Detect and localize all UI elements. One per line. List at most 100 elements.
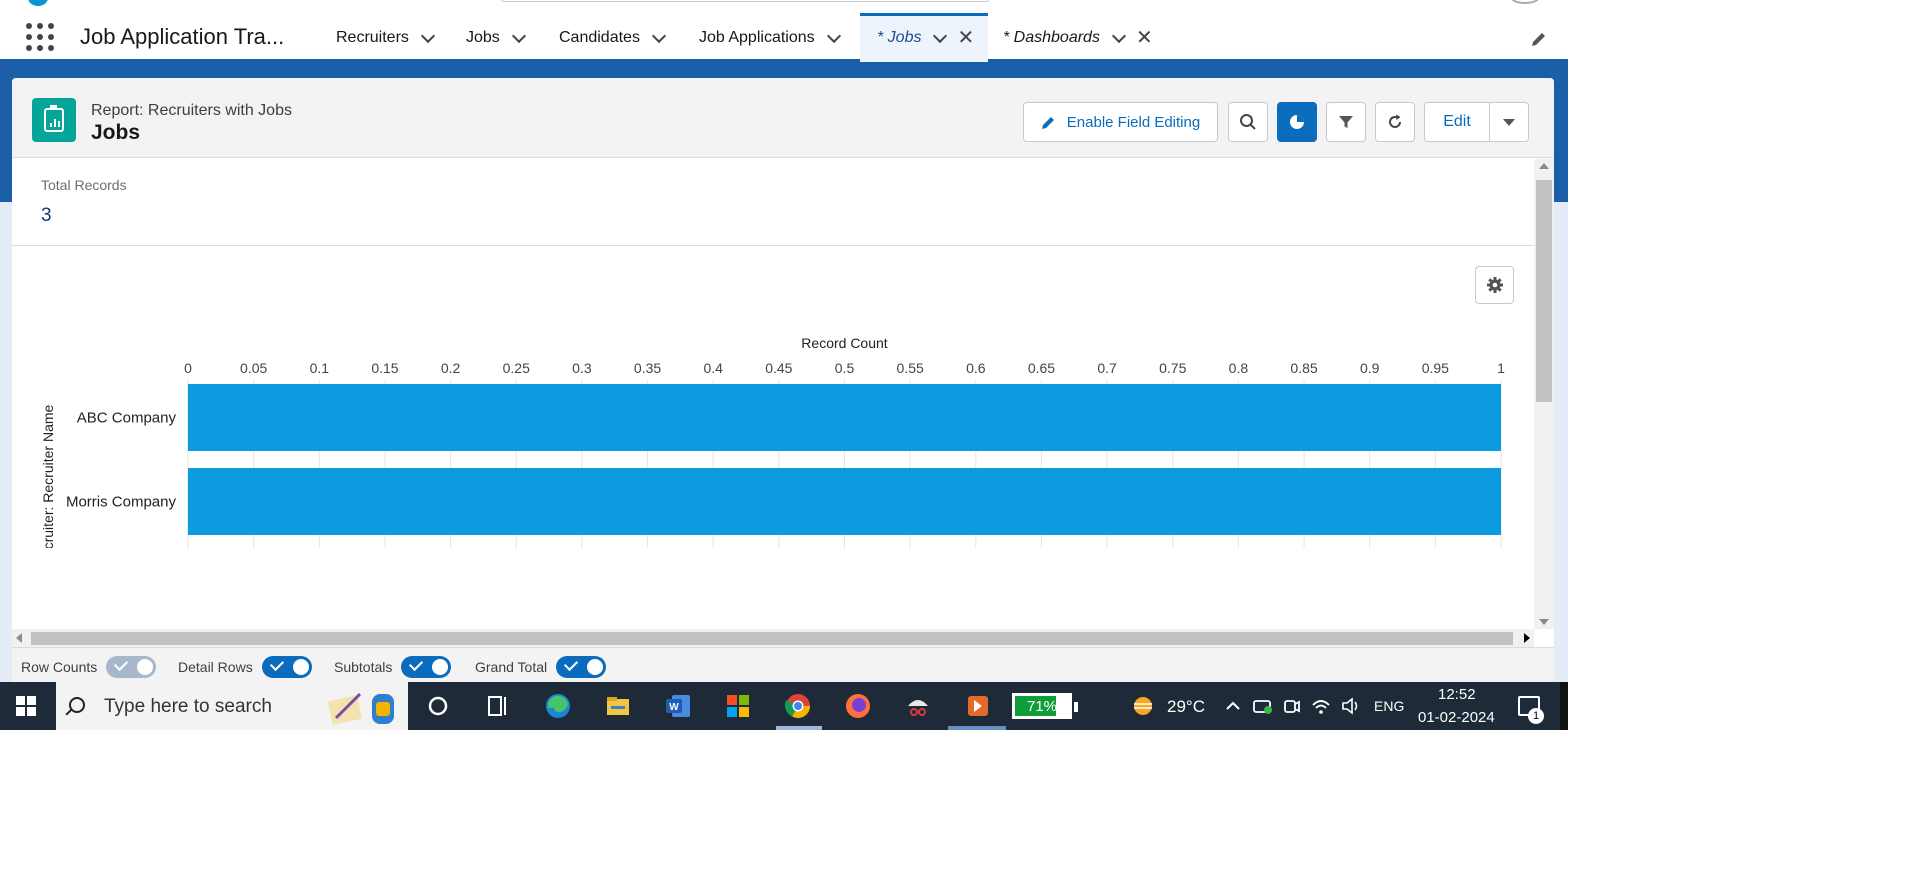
nav-item-candidates[interactable]: Candidates <box>559 27 666 49</box>
microsoft-store-icon[interactable] <box>724 692 752 720</box>
wifi-icon[interactable] <box>1310 692 1332 720</box>
edit-nav-pencil-icon[interactable] <box>1530 30 1548 48</box>
chevron-down-icon[interactable] <box>421 31 435 45</box>
x-tick-label: 0.45 <box>765 360 792 376</box>
clock-date[interactable]: 01-02-2024 <box>1418 709 1495 726</box>
scroll-up-arrow-icon[interactable] <box>1539 163 1549 169</box>
row-counts-toggle[interactable] <box>106 656 157 678</box>
input-language[interactable]: ENG <box>1374 698 1404 714</box>
row-counts-toggle-group: Row Counts <box>21 656 157 678</box>
app-name: Job Application Tra... <box>80 24 285 49</box>
cortana-icon[interactable] <box>424 692 452 720</box>
x-tick-label: 0.4 <box>703 360 723 376</box>
windows-taskbar: Type here to search W 71% 29°C ENG 12:52… <box>0 682 1568 730</box>
app-launcher-icon[interactable] <box>26 23 54 51</box>
windows-start-icon[interactable] <box>16 696 36 716</box>
salesforce-logo[interactable] <box>28 0 48 6</box>
taskbar-search-placeholder[interactable]: Type here to search <box>104 696 272 718</box>
tab-label[interactable]: * Jobs <box>877 29 921 47</box>
chevron-down-icon[interactable] <box>1112 31 1126 45</box>
tab-jobs[interactable]: * Jobs ✕ <box>877 27 974 49</box>
detail-rows-toggle-group: Detail Rows <box>178 656 312 678</box>
x-tick-label: 0.5 <box>835 360 855 376</box>
nav-item-label[interactable]: Jobs <box>466 29 500 47</box>
subtotals-toggle[interactable] <box>401 656 452 678</box>
x-tick-label: 0.15 <box>371 360 398 376</box>
subtotals-label: Subtotals <box>334 659 393 675</box>
x-tick-label: 0.55 <box>897 360 924 376</box>
vertical-scrollbar-thumb[interactable] <box>1536 180 1552 402</box>
nav-item-label[interactable]: Candidates <box>559 29 640 47</box>
close-icon[interactable]: ✕ <box>1136 28 1153 48</box>
scroll-left-arrow-icon[interactable] <box>16 633 22 643</box>
clock-time[interactable]: 12:52 <box>1438 686 1476 703</box>
scroll-right-arrow-icon[interactable] <box>1524 633 1530 643</box>
detail-rows-toggle[interactable] <box>261 656 312 678</box>
meet-now-icon[interactable] <box>1282 692 1302 720</box>
x-tick-label: 0.65 <box>1028 360 1055 376</box>
snipping-tool-icon[interactable] <box>904 692 932 720</box>
x-tick-label: 0.25 <box>503 360 530 376</box>
taskbar-search-box[interactable]: Type here to search <box>56 682 408 730</box>
x-axis-title: Record Count <box>801 335 887 351</box>
nav-item-recruiters[interactable]: Recruiters <box>336 27 435 49</box>
task-view-icon[interactable] <box>484 692 512 720</box>
y-category-label: Morris Company <box>66 494 177 511</box>
chevron-down-icon[interactable] <box>652 31 666 45</box>
bar <box>188 384 1501 451</box>
nav-item-label[interactable]: Job Applications <box>699 29 815 47</box>
battery-indicator[interactable]: 71% <box>1012 693 1078 719</box>
weather-sun-icon[interactable] <box>1130 694 1156 718</box>
x-tick-label: 0.2 <box>441 360 461 376</box>
bar <box>188 468 1501 535</box>
horizontal-scrollbar-thumb[interactable] <box>31 632 1513 645</box>
x-tick-label: 0.9 <box>1360 360 1380 376</box>
x-tick-label: 0.05 <box>240 360 267 376</box>
chrome-active-indicator <box>776 726 822 730</box>
x-tick-label: 0.3 <box>572 360 592 376</box>
temperature[interactable]: 29°C <box>1167 697 1205 717</box>
show-hidden-icons-chevron-icon[interactable] <box>1224 692 1242 720</box>
x-tick-label: 0 <box>184 360 192 376</box>
tab-dashboards[interactable]: * Dashboards ✕ <box>1003 27 1153 49</box>
notification-count-badge: 1 <box>1528 708 1544 724</box>
volume-icon[interactable] <box>1340 692 1362 720</box>
battery-percent: 71% <box>1026 698 1058 715</box>
row-counts-label: Row Counts <box>21 659 98 675</box>
grand-total-toggle[interactable] <box>556 656 607 678</box>
word-icon[interactable]: W <box>664 692 692 720</box>
global-search-input[interactable] <box>500 0 990 2</box>
scroll-down-arrow-icon[interactable] <box>1539 619 1549 625</box>
edge-browser-icon[interactable] <box>544 692 572 720</box>
bar-chart: Record Count 0 0.05 0.1 0.15 0.2 0.25 0.3 0.35 0.… <box>40 335 1505 548</box>
user-avatar[interactable] <box>1510 0 1540 4</box>
x-tick-label: 0.7 <box>1097 360 1117 376</box>
recorder-active-indicator <box>948 726 1006 730</box>
horizontal-scrollbar[interactable] <box>12 629 1534 647</box>
x-tick-label: 1 <box>1497 360 1505 376</box>
svg-text:W: W <box>669 702 679 713</box>
x-tick-label: 0.8 <box>1229 360 1249 376</box>
nav-item-label[interactable]: Recruiters <box>336 29 409 47</box>
search-icon <box>69 697 85 713</box>
y-axis-title: Recruiter: Recruiter Name <box>40 404 56 548</box>
chevron-down-icon[interactable] <box>933 31 947 45</box>
firefox-icon[interactable] <box>844 692 872 720</box>
file-explorer-icon[interactable] <box>604 692 632 720</box>
detail-rows-label: Detail Rows <box>178 659 253 675</box>
chevron-down-icon[interactable] <box>827 31 841 45</box>
nav-item-job-applications[interactable]: Job Applications <box>699 27 841 49</box>
subtotals-toggle-group: Subtotals <box>334 656 452 678</box>
battery-terminal <box>1074 702 1078 712</box>
grand-total-toggle-group: Grand Total <box>475 656 607 678</box>
close-icon[interactable]: ✕ <box>957 28 974 48</box>
grand-total-label: Grand Total <box>475 659 548 675</box>
tab-label[interactable]: * Dashboards <box>1003 29 1100 47</box>
nav-item-jobs[interactable]: Jobs <box>466 27 526 49</box>
vertical-scrollbar[interactable] <box>1534 159 1554 629</box>
chevron-down-icon[interactable] <box>512 31 526 45</box>
network-status-icon[interactable] <box>1252 692 1274 720</box>
y-category-label: ABC Company <box>77 410 177 427</box>
screen-recorder-icon[interactable] <box>964 692 992 720</box>
chrome-browser-icon[interactable] <box>784 692 812 720</box>
